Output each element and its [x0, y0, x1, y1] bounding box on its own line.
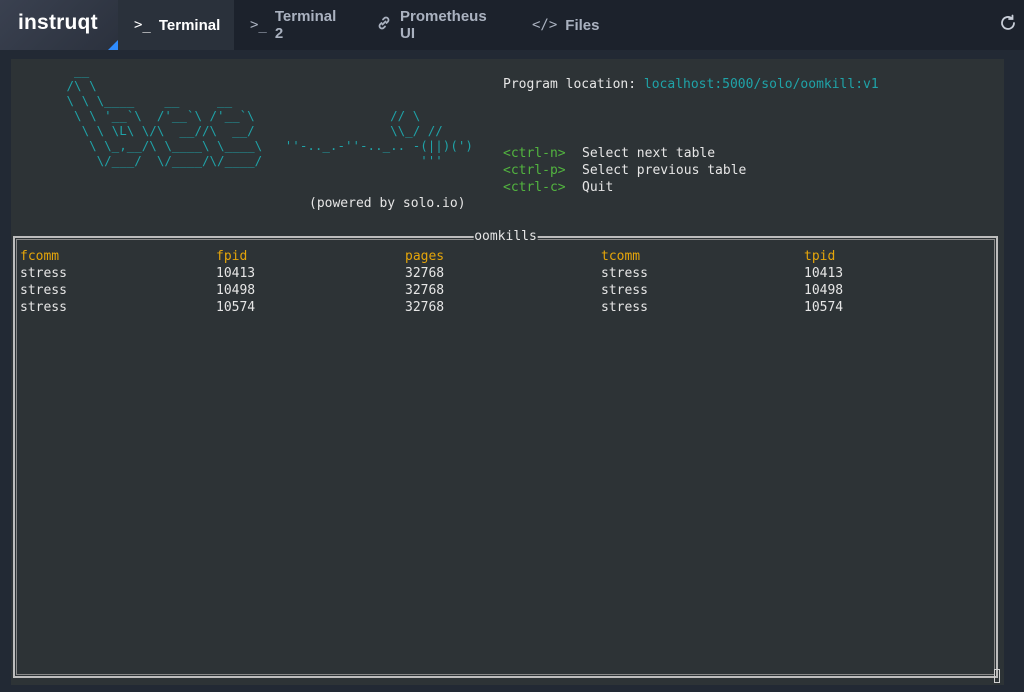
- table-cell: stress: [601, 283, 648, 298]
- program-location-value: localhost:5000/solo/oomkill:v1: [643, 77, 879, 92]
- table-title: oomkills: [473, 229, 538, 245]
- column-header: fcomm: [20, 249, 60, 264]
- column-header: tcomm: [601, 249, 641, 264]
- table-cell: 10413: [216, 266, 256, 281]
- shortcut-row: <ctrl-c> Quit: [503, 179, 746, 196]
- tab-terminal[interactable]: >_ Terminal: [118, 0, 234, 50]
- table-cell: stress: [20, 300, 67, 315]
- table-cell: 10498: [804, 283, 844, 298]
- table-cell: stress: [20, 266, 67, 281]
- column-header: fpid: [216, 249, 248, 264]
- powered-by-text: (powered by solo.io): [309, 196, 466, 211]
- link-icon: [376, 15, 392, 35]
- shortcut-key: <ctrl-n>: [503, 146, 566, 161]
- shortcut-key: <ctrl-c>: [503, 180, 566, 195]
- tab-terminal-2[interactable]: >_ Terminal 2: [234, 0, 360, 50]
- table-cell: 32768: [405, 283, 445, 298]
- table-cell: 32768: [405, 266, 445, 281]
- table-header-row: fcomm fpid pages tcomm tpid: [20, 248, 992, 265]
- oomkills-table: oomkills fcomm fpid pages tcomm tpid str…: [13, 229, 998, 678]
- table-row: stress 10413 32768 stress 10413: [20, 265, 992, 282]
- table-cell: 10498: [216, 283, 256, 298]
- shortcut-desc: Quit: [582, 180, 614, 195]
- table-cell: 10413: [804, 266, 844, 281]
- tab-label: Terminal: [158, 16, 221, 34]
- top-bar: instruqt >_ Terminal >_ Terminal 2 Prome…: [0, 0, 1024, 50]
- program-location-label: Program location:: [503, 77, 637, 92]
- shortcut-row: <ctrl-p> Select previous table: [503, 162, 746, 179]
- instruqt-logo[interactable]: instruqt: [0, 0, 118, 50]
- table-cell: stress: [601, 300, 648, 315]
- program-location: Program location: localhost:5000/solo/oo…: [503, 77, 879, 92]
- column-header: tpid: [804, 249, 836, 264]
- table-cell: 32768: [405, 300, 445, 315]
- table-cell: 10574: [804, 300, 844, 315]
- terminal-panel[interactable]: __ /\ \ \ \ \____ __ __ \ \ '__`\ /'__`\…: [11, 59, 1004, 685]
- tab-files[interactable]: </> Files: [516, 0, 606, 50]
- shortcut-desc: Select previous table: [582, 163, 747, 178]
- table-cell: 10574: [216, 300, 256, 315]
- resize-handle[interactable]: [994, 669, 1000, 683]
- table-body: fcomm fpid pages tcomm tpid stress 10413…: [20, 248, 992, 316]
- tab-label: Files: [565, 16, 600, 34]
- table-cell: stress: [20, 283, 67, 298]
- code-icon: </>: [532, 17, 558, 33]
- shortcut-row: <ctrl-n> Select next table: [503, 145, 746, 162]
- tab-label: Terminal 2: [274, 8, 337, 42]
- table-cell: stress: [601, 266, 648, 281]
- shortcut-key: <ctrl-p>: [503, 163, 566, 178]
- terminal-icon: >_: [134, 17, 151, 33]
- terminal-icon: >_: [250, 17, 267, 33]
- bee-ascii-art: __ /\ \ \ \ \____ __ __ \ \ '__`\ /'__`\…: [66, 63, 473, 168]
- shortcut-desc: Select next table: [582, 146, 716, 161]
- shortcut-list: <ctrl-n> Select next table <ctrl-p> Sele…: [503, 145, 746, 196]
- table-row: stress 10498 32768 stress 10498: [20, 282, 992, 299]
- table-row: stress 10574 32768 stress 10574: [20, 299, 992, 316]
- tab-label: Prometheus UI: [400, 8, 487, 42]
- tab-prometheus-ui[interactable]: Prometheus UI: [360, 0, 516, 50]
- refresh-icon[interactable]: [998, 14, 1018, 34]
- logo-text: instruqt: [18, 11, 98, 34]
- column-header: pages: [405, 249, 445, 264]
